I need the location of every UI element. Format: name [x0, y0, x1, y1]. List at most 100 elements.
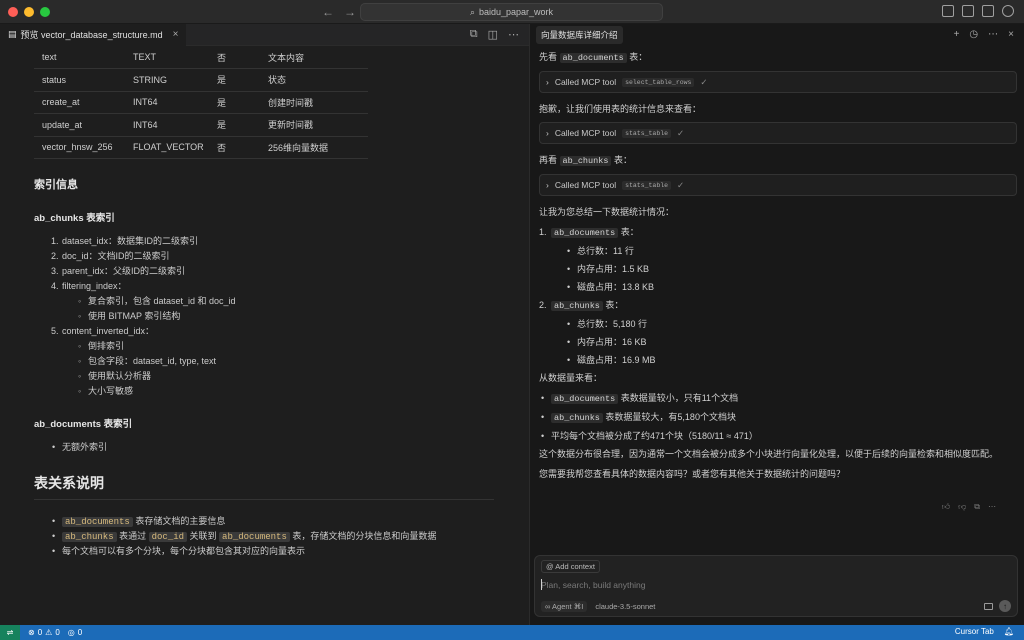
- table-cell-type: TEXT: [125, 46, 209, 69]
- remote-indicator-icon[interactable]: ⇌: [0, 625, 20, 640]
- notifications-bell-icon[interactable]: 🔔︎: [1004, 627, 1014, 636]
- status-bar: ⇌ ⊗ 0 ⚠ 0 ◎ 0 Cursor Tab 🔔︎: [0, 625, 1024, 640]
- chunks-index-list-cont: 5. content_inverted_idx：: [34, 324, 494, 339]
- more-icon[interactable]: ⋯: [988, 502, 996, 512]
- status-right: Cursor Tab 🔔︎: [955, 627, 1014, 636]
- editor-tab-bar: ▤ 预览 vector_database_structure.md × ⧉ ◫ …: [0, 23, 529, 46]
- list-item: 每个文档可以有多个分块，每个分块都包含其对应的向量表示: [34, 544, 494, 559]
- mcp-tool-call[interactable]: › Called MCP tool stats_table ✓: [539, 174, 1017, 196]
- list-item: 1. dataset_idx：数据集ID的二级索引: [51, 236, 199, 246]
- list-item: 磁盘占用：16.9 MB: [551, 353, 1017, 367]
- search-text: baidu_papar_work: [478, 7, 554, 17]
- chat-messages: 先看 ab_documents 表： › Called MCP tool sel…: [539, 50, 1017, 487]
- relation-heading: 表关系说明: [34, 473, 494, 500]
- radio-tower-icon: ◎: [67, 628, 75, 637]
- list-item: ab_chunks 表数据量较大，有5,180个文档块: [539, 410, 1017, 425]
- title-bar: ← → ⌕ baidu_papar_work: [0, 0, 1024, 24]
- thumbs-up-icon[interactable]: 👍︎: [942, 502, 950, 512]
- chevron-right-icon: ›: [546, 128, 549, 138]
- list-item: 无额外索引: [34, 440, 494, 455]
- tab-vector-database-structure[interactable]: ▤ 预览 vector_database_structure.md ×: [0, 23, 187, 46]
- history-icon[interactable]: ◷: [969, 29, 978, 40]
- table-cell-type: INT64: [125, 91, 209, 114]
- more-icon[interactable]: ⋯: [988, 29, 998, 40]
- problems-indicator[interactable]: ⊗ 0 ⚠ 0: [28, 628, 60, 637]
- table-cell-name: vector_hnsw_256: [34, 136, 125, 159]
- window-controls: [8, 7, 50, 17]
- chunks-index-list: 1. dataset_idx：数据集ID的二级索引 2. doc_id：文档ID的二…: [34, 234, 494, 294]
- mcp-tool-call[interactable]: › Called MCP tool stats_table ✓: [539, 122, 1017, 144]
- tool-name-tag: select_table_rows: [622, 77, 695, 87]
- field-table: text TEXT 否文本内容 status STRING 是状态 create_at INT…: [34, 46, 368, 159]
- table-cell-desc: 创建时间戳: [260, 91, 368, 114]
- agent-mode-selector[interactable]: ∞ Agent ⌘I: [541, 601, 588, 612]
- list-item: 包含字段：dataset_id, type, text: [34, 354, 494, 369]
- tab-close-icon[interactable]: ×: [173, 29, 179, 40]
- list-item: 大小写敏感: [34, 384, 494, 399]
- list-item: 5. content_inverted_idx：: [51, 326, 155, 336]
- toggle-primary-sidebar-icon[interactable]: [942, 5, 954, 17]
- stats-list: 1.ab_documents 表： 总行数：11 行 内存占用：1.5 KB 磁…: [539, 225, 1017, 367]
- relation-list: ab_documents 表存储文档的主要信息 ab_chunks 表通过 do…: [34, 514, 494, 559]
- table-cell-name: status: [34, 68, 125, 92]
- minimize-window-button[interactable]: [24, 7, 34, 17]
- chat-message: 抱歉，让我们使用表的统计信息来查看：: [539, 104, 702, 114]
- list-item: ab_chunks 表通过 doc_id 关联到 ab_documents 表，…: [34, 529, 494, 544]
- cursor-tab-status[interactable]: Cursor Tab: [955, 627, 994, 636]
- copy-icon[interactable]: ⧉: [974, 502, 980, 512]
- close-window-button[interactable]: [8, 7, 18, 17]
- ports-indicator[interactable]: ◎ 0: [68, 628, 82, 637]
- table-cell-nullable: 是: [209, 91, 260, 114]
- list-item: 平均每个文档被分成了约471个块（5180/11 ≈ 471）: [539, 429, 1017, 443]
- settings-gear-icon[interactable]: [1002, 5, 1014, 17]
- model-selector[interactable]: claude-3.5-sonnet: [595, 602, 655, 611]
- table-cell-type: STRING: [125, 68, 209, 92]
- table-cell-nullable: 是: [209, 68, 260, 92]
- tool-name-tag: stats_table: [622, 180, 672, 190]
- forward-arrow-icon[interactable]: →: [344, 5, 356, 19]
- open-source-icon[interactable]: ⧉: [470, 28, 478, 41]
- table-row: status STRING 是状态: [34, 68, 368, 92]
- table-cell-desc: 更新时间戳: [260, 113, 368, 137]
- chevron-right-icon: ›: [546, 77, 549, 87]
- thumbs-down-icon[interactable]: 👎︎: [958, 502, 966, 512]
- chevron-right-icon: ›: [546, 180, 549, 190]
- mcp-tool-call[interactable]: › Called MCP tool select_table_rows ✓: [539, 71, 1017, 93]
- table-cell-desc: 文本内容: [260, 46, 368, 69]
- chat-input[interactable]: [541, 578, 1011, 592]
- chat-tab-title[interactable]: 向量数据库详细介绍: [536, 26, 623, 44]
- chat-pane: 向量数据库详细介绍 + ◷ ⋯ × 先看 ab_documents 表： › C…: [529, 24, 1024, 625]
- back-arrow-icon[interactable]: ←: [322, 5, 334, 19]
- maximize-window-button[interactable]: [40, 7, 50, 17]
- list-item: 使用 BITMAP 索引结构: [34, 309, 494, 324]
- toggle-panel-icon[interactable]: [962, 5, 974, 17]
- chat-header: 向量数据库详细介绍 + ◷ ⋯ ×: [530, 24, 1024, 46]
- table-cell-desc: 256维向量数据: [260, 136, 368, 159]
- close-chat-icon[interactable]: ×: [1008, 29, 1014, 40]
- documents-index-heading: ab_documents 表索引: [34, 419, 133, 430]
- table-cell-name: update_at: [34, 113, 125, 137]
- table-cell-name: create_at: [34, 91, 125, 114]
- chat-message: 这个数据分布很合理，因为通常一个文档会被分成多个小块进行向量化处理，以便于后续的…: [539, 449, 999, 459]
- command-search-box[interactable]: ⌕ baidu_papar_work: [360, 3, 663, 21]
- chat-message: 再看 ab_chunks 表：: [539, 155, 632, 166]
- add-context-button[interactable]: @ Add context: [541, 560, 600, 573]
- new-chat-icon[interactable]: +: [954, 29, 960, 40]
- more-actions-icon[interactable]: ⋯: [508, 28, 519, 41]
- split-editor-icon[interactable]: ◫: [488, 28, 498, 41]
- tool-name-tag: stats_table: [622, 128, 672, 138]
- content-sub-list: 倒排索引 包含字段：dataset_id, type, text 使用默认分析器…: [34, 339, 494, 399]
- list-item: 1.ab_documents 表： 总行数：11 行 内存占用：1.5 KB 磁…: [539, 225, 1017, 294]
- mode-row: ∞ Agent ⌘I claude-3.5-sonnet: [541, 601, 655, 612]
- image-upload-icon[interactable]: [984, 602, 993, 610]
- list-item: ab_documents 表存储文档的主要信息: [34, 514, 494, 529]
- list-item: 总行数：5,180 行: [551, 317, 1017, 331]
- table-row: create_at INT64 是创建时间戳: [34, 91, 368, 114]
- toggle-secondary-sidebar-icon[interactable]: [982, 5, 994, 17]
- send-button[interactable]: ↑: [999, 600, 1011, 612]
- list-item: 倒排索引: [34, 339, 494, 354]
- composer-actions: ↑: [984, 600, 1011, 612]
- list-item: ab_documents 表数据量较小，只有11个文档: [539, 391, 1017, 406]
- message-feedback: 👍︎ 👎︎ ⧉ ⋯: [942, 502, 996, 512]
- documents-index-list: 无额外索引: [34, 440, 494, 455]
